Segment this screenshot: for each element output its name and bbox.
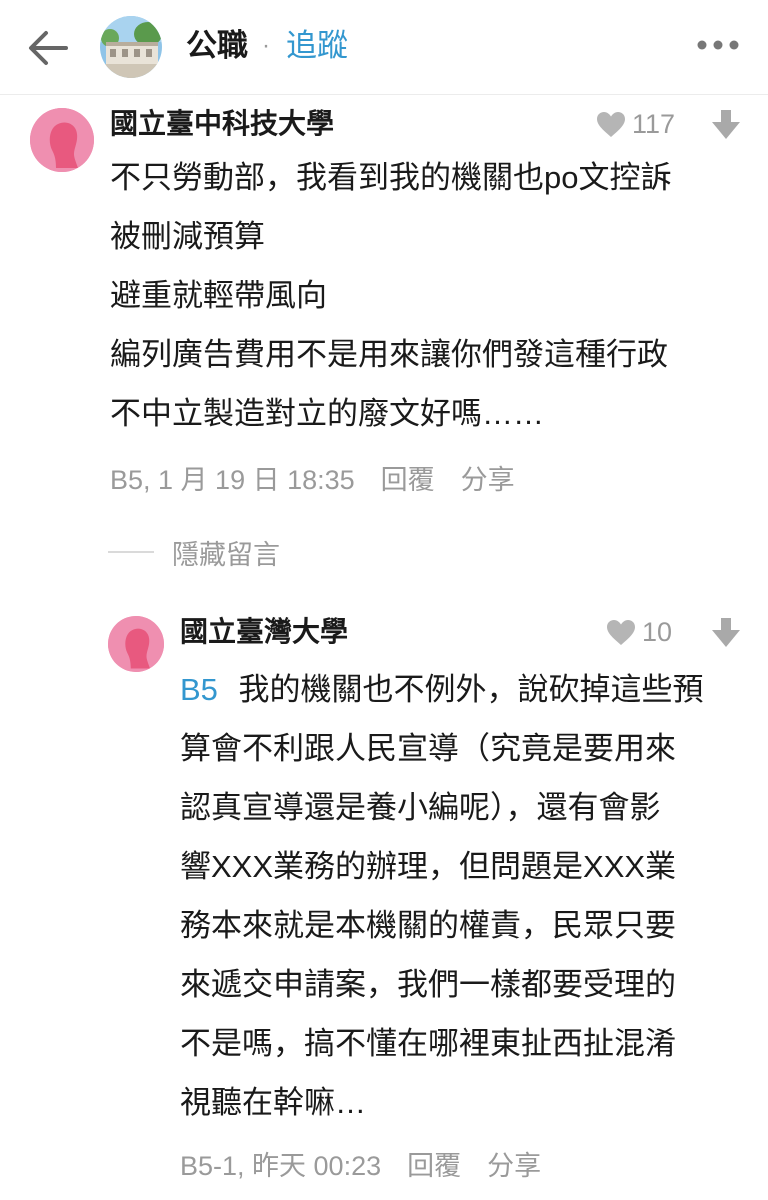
like-button[interactable]: 117 bbox=[596, 106, 675, 142]
comment-author-name[interactable]: 國立臺中科技大學 bbox=[110, 106, 334, 142]
top-bar: 公職 · 追蹤 bbox=[0, 0, 768, 95]
heart-icon bbox=[597, 111, 625, 137]
reply-button[interactable]: 回覆 bbox=[381, 462, 435, 498]
reply-text-line: 不是嗎，搞不懂在哪裡東扯西扯混淆 bbox=[180, 1026, 676, 1061]
reply-text-line: 務本來就是本機關的權責，民眾只要 bbox=[180, 908, 676, 943]
reply-button[interactable]: 回覆 bbox=[407, 1148, 461, 1184]
comment-meta: B5, 1 月 19 日 18:35 回覆 分享 bbox=[110, 462, 515, 498]
divider bbox=[108, 551, 154, 553]
comment-floor-time: B5, 1 月 19 日 18:35 bbox=[110, 465, 355, 495]
share-button[interactable]: 分享 bbox=[487, 1148, 541, 1184]
floor-reference-link[interactable]: B5 bbox=[180, 672, 218, 707]
more-options-button[interactable] bbox=[696, 30, 740, 60]
share-button[interactable]: 分享 bbox=[461, 462, 515, 498]
heart-icon bbox=[607, 619, 635, 645]
back-button[interactable] bbox=[26, 26, 70, 70]
reply-text-line: B5 我的機關也不例外，說砍掉這些預 bbox=[180, 670, 704, 710]
reply-text-line: 算會不利跟人民宣導（究竟是要用來 bbox=[180, 731, 676, 766]
comment-text-line: 不中立製造對立的廢文好嗎…… bbox=[110, 396, 544, 431]
like-count: 10 bbox=[642, 616, 673, 647]
downvote-button[interactable] bbox=[712, 110, 740, 140]
comment-author-avatar[interactable] bbox=[30, 108, 94, 172]
comment-text-line: 被刪減預算 bbox=[110, 219, 265, 254]
reply-floor-time: B5-1, 昨天 00:23 bbox=[180, 1151, 382, 1181]
reply-text-line: 響XXX業務的辦理，但問題是XXX業 bbox=[180, 849, 677, 884]
reply-text-line: 來遞交申請案，我們一樣都要受理的 bbox=[180, 967, 676, 1002]
like-button[interactable]: 10 bbox=[606, 614, 672, 650]
board-title[interactable]: 公職 bbox=[186, 26, 248, 66]
downvote-icon bbox=[712, 110, 740, 139]
reply-author-name[interactable]: 國立臺灣大學 bbox=[180, 614, 348, 650]
hide-comments-label: 隱藏留言 bbox=[172, 539, 280, 570]
more-options-icon bbox=[697, 40, 739, 50]
reply-text-line: 視聽在幹嘛… bbox=[180, 1085, 366, 1120]
board-avatar[interactable] bbox=[100, 16, 162, 78]
comment-text-line: 避重就輕帶風向 bbox=[110, 278, 327, 313]
comment-text-line: 不只勞動部，我看到我的機關也po文控訴 bbox=[110, 160, 672, 195]
back-arrow-icon bbox=[29, 31, 68, 65]
reply-text-line: 認真宣導還是養小編呢），還有會影 bbox=[180, 790, 661, 825]
female-avatar-icon bbox=[108, 616, 164, 672]
hide-comments-toggle[interactable]: 隱藏留言 bbox=[108, 534, 280, 570]
reply-author-avatar[interactable] bbox=[108, 616, 164, 672]
follow-button[interactable]: 追蹤 bbox=[286, 26, 348, 66]
reply-meta: B5-1, 昨天 00:23 回覆 分享 bbox=[180, 1148, 541, 1184]
female-avatar-icon bbox=[30, 108, 94, 172]
downvote-button[interactable] bbox=[712, 618, 740, 648]
reply-text-segment: 我的機關也不例外，說砍掉這些預 bbox=[238, 672, 704, 707]
like-count: 117 bbox=[632, 108, 676, 139]
title-separator: · bbox=[262, 32, 270, 59]
comment-text-line: 編列廣告費用不是用來讓你們發這種行政 bbox=[110, 337, 668, 372]
downvote-icon bbox=[712, 618, 740, 647]
